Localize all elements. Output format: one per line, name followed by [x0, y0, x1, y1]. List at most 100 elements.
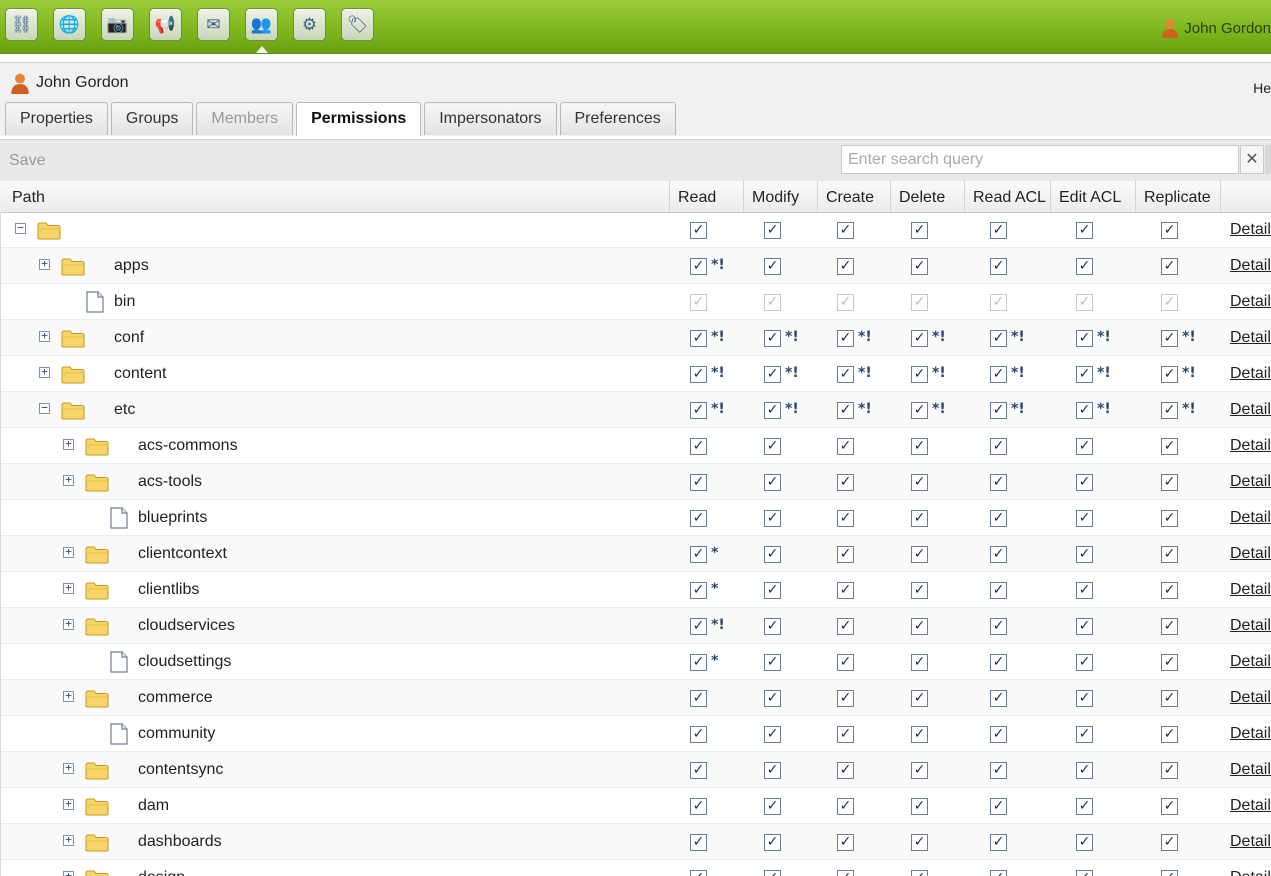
details-link[interactable]: Details: [1230, 869, 1271, 876]
read-checkbox[interactable]: ✓: [690, 762, 707, 779]
replicate-checkbox[interactable]: ✓: [1161, 726, 1178, 743]
delete-checkbox[interactable]: ✓: [911, 438, 928, 455]
column-header-read-acl[interactable]: Read ACL: [964, 181, 1050, 212]
replicate-checkbox[interactable]: ✓: [1161, 870, 1178, 876]
node-label[interactable]: bin: [114, 293, 135, 311]
replicate-checkbox[interactable]: ✓: [1161, 618, 1178, 635]
node-label[interactable]: dashboards: [138, 833, 222, 851]
modify-checkbox[interactable]: ✓: [764, 366, 781, 383]
replicate-checkbox[interactable]: ✓: [1161, 438, 1178, 455]
modify-checkbox[interactable]: ✓: [764, 546, 781, 563]
replicate-checkbox[interactable]: ✓: [1161, 582, 1178, 599]
delete-checkbox[interactable]: ✓: [911, 330, 928, 347]
toolbar-globe-button[interactable]: 🌐: [53, 8, 86, 41]
create-checkbox[interactable]: ✓: [837, 654, 854, 671]
tab-preferences[interactable]: Preferences: [559, 102, 676, 135]
tab-impersonators[interactable]: Impersonators: [424, 102, 557, 135]
edit-acl-checkbox[interactable]: ✓: [1076, 438, 1093, 455]
delete-checkbox[interactable]: ✓: [911, 258, 928, 275]
toolbar-camera-button[interactable]: 📷: [101, 8, 134, 41]
modify-checkbox[interactable]: ✓: [764, 222, 781, 239]
read-acl-checkbox[interactable]: ✓: [990, 798, 1007, 815]
create-checkbox[interactable]: ✓: [837, 366, 854, 383]
read-checkbox[interactable]: ✓: [690, 582, 707, 599]
table-row[interactable]: +clientcontext✓*✓✓✓✓✓✓Details: [1, 536, 1271, 572]
details-link[interactable]: Details: [1230, 581, 1271, 599]
collapse-icon[interactable]: −: [39, 402, 50, 414]
replicate-checkbox[interactable]: ✓: [1161, 834, 1178, 851]
edit-acl-checkbox[interactable]: ✓: [1076, 762, 1093, 779]
read-acl-checkbox[interactable]: ✓: [990, 222, 1007, 239]
details-link[interactable]: Details: [1230, 437, 1271, 455]
expand-icon[interactable]: +: [39, 366, 50, 378]
expand-icon[interactable]: +: [63, 762, 74, 774]
tab-groups[interactable]: Groups: [110, 102, 194, 135]
replicate-checkbox[interactable]: ✓: [1161, 654, 1178, 671]
read-checkbox[interactable]: ✓: [690, 474, 707, 491]
expand-icon[interactable]: +: [63, 582, 74, 594]
node-label[interactable]: community: [138, 725, 215, 743]
edit-acl-checkbox[interactable]: ✓: [1076, 474, 1093, 491]
delete-checkbox[interactable]: ✓: [911, 762, 928, 779]
toolbar-gears-button[interactable]: ⚙: [293, 8, 326, 41]
edit-acl-checkbox[interactable]: ✓: [1076, 222, 1093, 239]
details-link[interactable]: Details: [1230, 365, 1271, 383]
table-row[interactable]: +apps✓*!✓✓✓✓✓✓Details: [1, 248, 1271, 284]
edit-acl-checkbox[interactable]: ✓: [1076, 510, 1093, 527]
create-checkbox[interactable]: ✓: [837, 474, 854, 491]
table-row[interactable]: + dam ✓ ✓ ✓ ✓ ✓ ✓ ✓ Details: [1, 788, 1271, 824]
delete-checkbox[interactable]: ✓: [911, 690, 928, 707]
node-label[interactable]: contentsync: [138, 761, 223, 779]
read-checkbox[interactable]: ✓: [690, 654, 707, 671]
delete-checkbox[interactable]: ✓: [911, 366, 928, 383]
expand-icon[interactable]: +: [63, 834, 74, 846]
modify-checkbox[interactable]: ✓: [764, 474, 781, 491]
table-row[interactable]: + design ✓ ✓ ✓ ✓ ✓ ✓ ✓ Details: [1, 860, 1271, 876]
read-acl-checkbox[interactable]: ✓: [990, 438, 1007, 455]
create-checkbox[interactable]: ✓: [837, 834, 854, 851]
column-header-modify[interactable]: Modify: [743, 181, 817, 212]
create-checkbox[interactable]: ✓: [837, 330, 854, 347]
create-checkbox[interactable]: ✓: [837, 690, 854, 707]
replicate-checkbox[interactable]: ✓: [1161, 762, 1178, 779]
details-link[interactable]: Details: [1230, 653, 1271, 671]
table-row[interactable]: + commerce ✓ ✓ ✓ ✓ ✓ ✓ ✓ Details: [1, 680, 1271, 716]
read-acl-checkbox[interactable]: ✓: [990, 330, 1007, 347]
delete-checkbox[interactable]: ✓: [911, 402, 928, 419]
edit-acl-checkbox[interactable]: ✓: [1076, 654, 1093, 671]
modify-checkbox[interactable]: ✓: [764, 618, 781, 635]
node-label[interactable]: content: [114, 365, 166, 383]
read-acl-checkbox[interactable]: ✓: [990, 510, 1007, 527]
read-checkbox[interactable]: ✓: [690, 438, 707, 455]
search-input[interactable]: [841, 145, 1239, 174]
modify-checkbox[interactable]: ✓: [764, 690, 781, 707]
modify-checkbox[interactable]: ✓: [764, 834, 781, 851]
edit-acl-checkbox[interactable]: ✓: [1076, 834, 1093, 851]
column-header-edit-acl[interactable]: Edit ACL: [1050, 181, 1135, 212]
delete-checkbox[interactable]: ✓: [911, 618, 928, 635]
top-user-menu[interactable]: John Gordon: [1161, 18, 1271, 38]
read-acl-checkbox[interactable]: ✓: [990, 618, 1007, 635]
read-acl-checkbox[interactable]: ✓: [990, 762, 1007, 779]
edit-acl-checkbox[interactable]: ✓: [1076, 618, 1093, 635]
replicate-checkbox[interactable]: ✓: [1161, 510, 1178, 527]
create-checkbox[interactable]: ✓: [837, 798, 854, 815]
details-link[interactable]: Details: [1230, 257, 1271, 275]
toolbar-mail-button[interactable]: ✉: [197, 8, 230, 41]
expand-icon[interactable]: +: [63, 474, 74, 486]
column-header-delete[interactable]: Delete: [890, 181, 964, 212]
node-label[interactable]: acs-commons: [138, 437, 238, 455]
tab-permissions[interactable]: Permissions: [296, 102, 422, 136]
read-checkbox[interactable]: ✓: [690, 618, 707, 635]
read-acl-checkbox[interactable]: ✓: [990, 726, 1007, 743]
create-checkbox[interactable]: ✓: [837, 582, 854, 599]
read-checkbox[interactable]: ✓: [690, 510, 707, 527]
details-link[interactable]: Details: [1230, 689, 1271, 707]
node-label[interactable]: cloudsettings: [138, 653, 231, 671]
node-label[interactable]: acs-tools: [138, 473, 202, 491]
table-row[interactable]: + contentsync ✓ ✓ ✓ ✓ ✓ ✓ ✓ Details: [1, 752, 1271, 788]
modify-checkbox[interactable]: ✓: [764, 654, 781, 671]
table-row[interactable]: + acs-commons ✓ ✓ ✓ ✓ ✓ ✓ ✓ Details: [1, 428, 1271, 464]
delete-checkbox[interactable]: ✓: [911, 798, 928, 815]
modify-checkbox[interactable]: ✓: [764, 438, 781, 455]
